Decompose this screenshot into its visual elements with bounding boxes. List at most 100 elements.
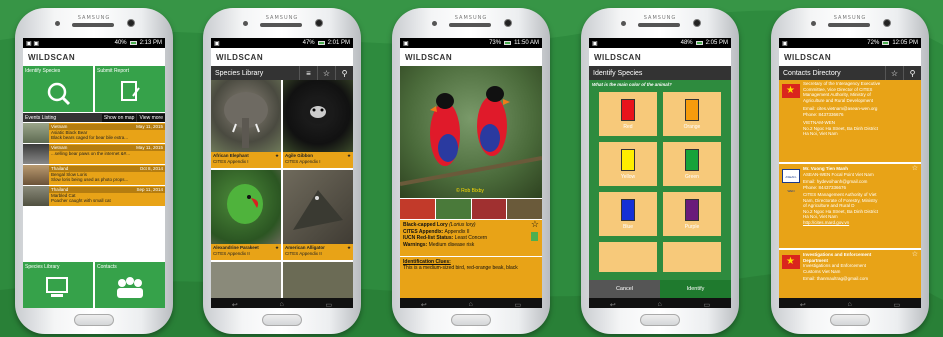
photo-credit: © Rob Bixby (456, 188, 484, 194)
page-title: Identify Species (593, 69, 643, 77)
favorite-star-icon[interactable]: ★ (275, 153, 279, 159)
event-thumbnail (23, 144, 49, 164)
recent-apps-icon[interactable]: ▭ (703, 301, 710, 309)
color-option-red[interactable]: Red (599, 92, 657, 136)
document-icon[interactable] (531, 232, 538, 241)
color-option-green[interactable]: Green (663, 142, 721, 186)
cancel-button[interactable]: Cancel (589, 280, 660, 298)
page-title: Contacts Directory (783, 69, 841, 77)
favorite-star-icon[interactable]: ☆ (912, 165, 918, 171)
species-photo-gibbon[interactable] (283, 80, 353, 152)
events-listing-label: Events Listing (25, 114, 57, 121)
contact-link[interactable]: http://cites.mard.gov.vn (803, 220, 921, 226)
tile-species-library[interactable]: Species Library (23, 262, 93, 308)
identify-button[interactable]: Identify (660, 280, 731, 298)
contact-card[interactable]: Investigations and EnforcementDepartment… (779, 250, 921, 298)
color-option-yellow[interactable]: Yellow (599, 142, 657, 186)
species-card-african-elephant[interactable]: African Elephant CITES Appendix I ★ (211, 152, 281, 168)
home-button[interactable] (262, 314, 302, 326)
app-logo: WILDSCAN (28, 52, 76, 62)
back-icon[interactable]: ↩ (421, 301, 427, 309)
thumbnail[interactable] (400, 199, 435, 219)
battery-icon (317, 41, 325, 45)
favorite-star-icon[interactable]: ☆ (531, 220, 539, 228)
status-icons: ▣ ▣ (26, 40, 40, 47)
list-item[interactable]: Thailand Sep 11, 2014 Marbled Cat Poacher c… (23, 186, 165, 207)
home-icon[interactable]: ⌂ (848, 301, 852, 308)
camera-icon (127, 19, 135, 27)
home-button[interactable] (640, 314, 680, 326)
status-time: 11:50 AM (514, 40, 539, 46)
star-icon[interactable]: ☆ (885, 66, 903, 80)
contact-card[interactable]: Secretary of the Interagency ExecutiveCo… (779, 80, 921, 162)
identification-clues: Identification Clues: This is a medium-s… (400, 257, 542, 298)
species-hero-photo[interactable]: © Rob Bixby (400, 66, 542, 198)
search-icon[interactable]: ⚲ (335, 66, 353, 80)
screen-species-library: ▣ 47% 2:01 PM WILDSCAN Species Library ≡ ☆ ⚲ … (211, 38, 353, 308)
back-icon[interactable]: ↩ (800, 301, 806, 309)
thumbnail[interactable] (507, 199, 542, 219)
battery-icon (882, 41, 890, 45)
color-swatch (621, 98, 635, 121)
thumbnail-strip (400, 199, 542, 219)
list-item[interactable]: Thailand Oct 8, 2014 Bengal Slow Loris Slow… (23, 165, 165, 186)
show-on-map-button[interactable]: Show on map (101, 113, 137, 122)
color-swatch (685, 98, 699, 121)
camera-icon (315, 19, 323, 27)
species-card-alexandrine-parakeet[interactable]: Alexandrine Parakeet CITES Appendix II ★ (211, 244, 281, 260)
favorite-star-icon[interactable]: ★ (347, 153, 351, 159)
warnings-value: Medium disease risk (428, 241, 475, 248)
home-button[interactable] (830, 314, 870, 326)
recent-apps-icon[interactable]: ▭ (514, 301, 521, 309)
vietnam-flag-icon (782, 255, 800, 269)
page-title: Species Library (215, 69, 264, 77)
list-icon[interactable]: ≡ (299, 66, 317, 80)
status-time: 2:05 PM (705, 40, 728, 46)
color-option-purple[interactable]: Purple (663, 192, 721, 236)
star-icon[interactable]: ☆ (317, 66, 335, 80)
tile-submit-report[interactable]: Submit Report (95, 66, 165, 112)
species-photo-elephant[interactable] (211, 80, 281, 152)
species-info-panel: Black-capped Lory (Lorius lory) CITES Ap… (400, 220, 542, 256)
thumbnail[interactable] (435, 199, 471, 219)
species-photo-parakeet[interactable] (211, 170, 281, 244)
species-name: Black-capped Lory (403, 222, 448, 228)
battery-icon (129, 41, 137, 45)
asean-wen-logo: ASEAN-WEN (782, 169, 800, 193)
color-option-more[interactable] (663, 242, 721, 272)
tile-identify-species[interactable]: Identify Species (23, 66, 93, 112)
search-icon[interactable]: ⚲ (903, 66, 921, 80)
report-icon (121, 81, 140, 101)
view-more-button[interactable]: View more (137, 113, 165, 122)
favorite-star-icon[interactable]: ☆ (912, 251, 918, 257)
color-option-orange[interactable]: Orange (663, 92, 721, 136)
battery-level: 48% (680, 40, 693, 46)
home-icon[interactable]: ⌂ (469, 301, 473, 308)
tile-contacts[interactable]: Contacts (95, 262, 165, 308)
home-button[interactable] (451, 314, 491, 326)
species-card-american-alligator[interactable]: American Alligator CITES Appendix II ★ (283, 244, 353, 260)
list-item[interactable]: Vietnam May 11, 2015 Asiatic Black Bear Bla… (23, 123, 165, 144)
color-option-blue[interactable]: Blue (599, 192, 657, 236)
back-icon[interactable]: ↩ (610, 301, 616, 309)
favorite-star-icon[interactable]: ★ (347, 245, 351, 251)
contact-card[interactable]: ASEAN-WEN Mr. Vuong Tien Manh ASEAN-WEN F… (779, 164, 921, 248)
thumbnail[interactable] (471, 199, 507, 219)
color-swatch (685, 148, 699, 171)
recent-apps-icon[interactable]: ▭ (893, 301, 900, 309)
people-icon (117, 277, 143, 298)
iucn-value: Least Concern (454, 235, 488, 241)
phone-species-library: SAMSUNG ▣ 47% 2:01 PM WILDSCAN Species Lib… (203, 8, 361, 334)
back-icon[interactable]: ↩ (232, 301, 238, 309)
event-thumbnail (23, 186, 49, 206)
species-photo-alligator[interactable] (283, 170, 353, 244)
home-icon[interactable]: ⌂ (280, 301, 284, 308)
app-logo: WILDSCAN (784, 52, 832, 62)
list-item[interactable]: Vietnam May 11, 2015 ...selling bear paws … (23, 144, 165, 165)
home-button[interactable] (74, 314, 114, 326)
home-icon[interactable]: ⌂ (658, 301, 662, 308)
recent-apps-icon[interactable]: ▭ (325, 301, 332, 309)
color-option-more[interactable] (599, 242, 657, 272)
species-card-agile-gibbon[interactable]: Agile Gibbon CITES Appendix I ★ (283, 152, 353, 168)
favorite-star-icon[interactable]: ★ (275, 245, 279, 251)
